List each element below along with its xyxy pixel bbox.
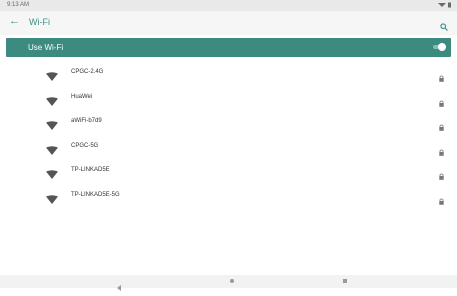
lock-icon — [439, 118, 444, 131]
network-row[interactable]: TP-LINKAD5E-5G — [0, 184, 457, 209]
page-title: Wi-Fi — [29, 17, 50, 27]
nav-bar — [0, 275, 457, 291]
status-time: 9:13 AM — [7, 2, 30, 8]
use-wifi-row[interactable]: Use Wi-Fi — [6, 38, 451, 57]
network-name: CPGC-5G — [71, 142, 99, 149]
search-icon[interactable] — [440, 18, 448, 31]
wifi-signal-icon — [46, 68, 58, 81]
wifi-signal-icon — [46, 117, 58, 130]
network-row[interactable]: CPGC-5G — [0, 135, 457, 160]
network-row[interactable]: TP-LINKAD5E — [0, 159, 457, 184]
network-name: TP-LINKAD5E — [71, 167, 110, 173]
network-row[interactable]: aWiFi-b7d9 — [0, 110, 457, 135]
wifi-icon — [438, 3, 446, 7]
lock-icon — [439, 143, 444, 156]
network-name: TP-LINKAD5E-5G — [71, 191, 120, 198]
lock-icon — [439, 94, 444, 107]
wifi-signal-icon — [46, 93, 58, 106]
battery-icon — [448, 2, 451, 8]
wifi-switch[interactable] — [433, 43, 446, 51]
network-row[interactable]: CPGC-2.4G — [0, 61, 457, 86]
network-name: CPGC-2.4G — [71, 69, 104, 75]
wifi-signal-icon — [46, 142, 58, 155]
network-list: CPGC-2.4G HuaWei aWiFi-b7d9 CPGC-5G TP-LINKA… — [0, 61, 457, 208]
lock-icon — [439, 192, 444, 205]
recents-icon[interactable] — [343, 279, 347, 283]
status-bar: 9:13 AM — [0, 0, 457, 11]
network-name: HuaWei — [71, 93, 93, 100]
home-icon[interactable] — [230, 279, 234, 283]
back-icon[interactable] — [117, 278, 121, 291]
app-bar: ← Wi-Fi — [0, 11, 457, 35]
lock-icon — [439, 167, 444, 180]
back-arrow-icon[interactable]: ← — [9, 16, 20, 27]
switch-thumb — [438, 43, 446, 51]
network-row[interactable]: HuaWei — [0, 86, 457, 111]
lock-icon — [439, 69, 444, 82]
status-icons — [438, 2, 452, 10]
wifi-signal-icon — [46, 166, 58, 179]
network-name: aWiFi-b7d9 — [71, 118, 102, 124]
use-wifi-label: Use Wi-Fi — [28, 43, 64, 52]
wifi-signal-icon — [46, 191, 58, 204]
